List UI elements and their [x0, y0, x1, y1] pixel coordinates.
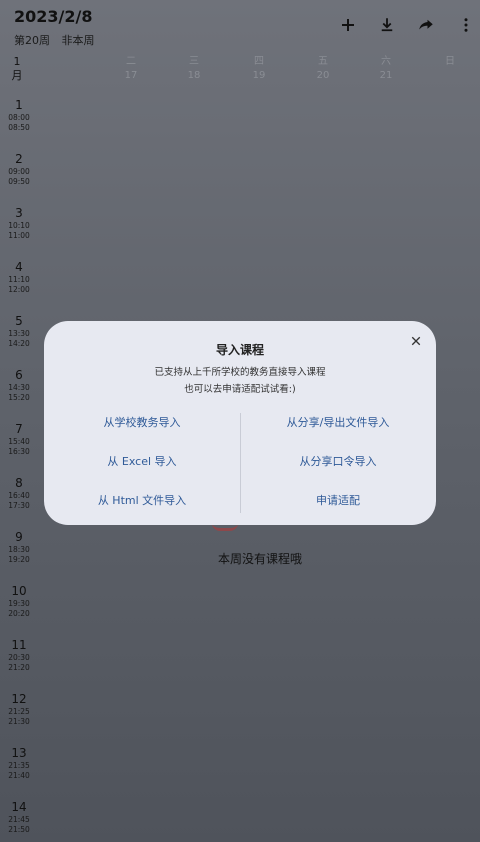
week-info: 第20周 非本周 — [14, 32, 103, 48]
slot-start: 16:40 — [8, 491, 30, 500]
close-icon — [411, 336, 421, 346]
slot-number: 12 — [11, 692, 27, 706]
slot-start: 19:30 — [8, 599, 30, 608]
time-slot: 7 15:40 16:30 — [6, 421, 32, 457]
day-name: 六 — [381, 56, 391, 67]
add-icon — [342, 19, 354, 31]
time-slot: 11 20:30 21:20 — [6, 637, 32, 673]
close-button[interactable] — [408, 333, 424, 349]
slot-end: 12:00 — [8, 285, 30, 294]
time-slot: 4 11:10 12:00 — [6, 259, 32, 295]
slot-number: 1 — [15, 98, 23, 112]
day-date: 18 — [187, 70, 201, 81]
slot-start: 13:30 — [8, 329, 30, 338]
slot-end: 20:20 — [8, 609, 30, 618]
dialog-title: 导入课程 — [215, 343, 264, 357]
slot-start: 10:10 — [8, 221, 30, 230]
slot-number: 11 — [11, 638, 27, 652]
slot-end: 11:00 — [8, 231, 30, 240]
more-button[interactable] — [453, 12, 479, 38]
slot-end: 21:30 — [8, 717, 30, 726]
share-button[interactable] — [413, 12, 439, 38]
import-from-file-button[interactable]: 从分享/导出文件导入 — [240, 414, 436, 430]
time-slot: 8 16:40 17:30 — [6, 475, 32, 511]
slot-end: 17:30 — [8, 501, 30, 510]
day-name: 二 — [126, 56, 136, 67]
slot-number: 10 — [11, 584, 27, 598]
day-header: 日 — [430, 55, 470, 69]
day-date: 19 — [252, 70, 266, 81]
slot-end: 21:20 — [8, 663, 30, 672]
day-date: 17 — [124, 70, 138, 81]
day-header: 三 18 — [174, 55, 214, 83]
slot-number: 2 — [15, 152, 23, 166]
slot-number: 6 — [15, 368, 23, 382]
slot-end: 21:50 — [8, 825, 30, 834]
slot-number: 7 — [15, 422, 23, 436]
day-name: 日 — [445, 56, 455, 67]
day-name: 三 — [189, 56, 199, 67]
slot-start: 15:40 — [8, 437, 30, 446]
dialog-subtitle: 已支持从上千所学校的教务直接导入课程 — [154, 367, 326, 378]
day-header: 二 17 — [111, 55, 151, 83]
time-slot: 14 21:45 21:50 — [6, 799, 32, 835]
slot-number: 5 — [15, 314, 23, 328]
slot-start: 20:30 — [8, 653, 30, 662]
week-state: 非本周 — [61, 34, 95, 47]
share-icon — [419, 19, 433, 30]
slot-start: 09:00 — [8, 167, 30, 176]
time-slot: 5 13:30 14:20 — [6, 313, 32, 349]
time-slot: 1 08:00 08:50 — [6, 97, 32, 133]
slot-number: 4 — [15, 260, 23, 274]
day-date: 20 — [316, 70, 330, 81]
slot-number: 14 — [11, 800, 27, 814]
import-from-share-code-button[interactable]: 从分享口令导入 — [240, 453, 436, 469]
add-course-button[interactable] — [335, 12, 361, 38]
slot-start: 08:00 — [8, 113, 30, 122]
more-vert-icon — [464, 18, 468, 32]
slot-number: 3 — [15, 206, 23, 220]
apply-adaptation-button[interactable]: 申请适配 — [240, 492, 436, 508]
import-from-school-button[interactable]: 从学校教务导入 — [44, 414, 240, 430]
slot-number: 9 — [15, 530, 23, 544]
slot-end: 08:50 — [8, 123, 30, 132]
day-name: 五 — [318, 56, 328, 67]
dialog-hint: 也可以去申请适配试试看:) — [184, 384, 296, 395]
slot-start: 21:45 — [8, 815, 30, 824]
month-number: 1 — [13, 55, 21, 68]
week-number: 第20周 — [14, 34, 50, 47]
time-slot: 6 14:30 15:20 — [6, 367, 32, 403]
slot-number: 8 — [15, 476, 23, 490]
day-header: 五 20 — [303, 55, 343, 83]
time-slot: 12 21:25 21:30 — [6, 691, 32, 727]
slot-number: 13 — [11, 746, 27, 760]
import-course-dialog: 导入课程 已支持从上千所学校的教务直接导入课程 也可以去申请适配试试看:) 从学… — [44, 321, 436, 525]
slot-start: 14:30 — [8, 383, 30, 392]
slot-start: 21:35 — [8, 761, 30, 770]
slot-end: 09:50 — [8, 177, 30, 186]
current-date[interactable]: 2023/2/8 — [14, 7, 92, 26]
time-slot: 13 21:35 21:40 — [6, 745, 32, 781]
import-from-excel-button[interactable]: 从 Excel 导入 — [44, 453, 240, 469]
slot-start: 21:25 — [8, 707, 30, 716]
slot-end: 16:30 — [8, 447, 30, 456]
slot-end: 15:20 — [8, 393, 30, 402]
day-header: 四 19 — [239, 55, 279, 83]
time-slot: 3 10:10 11:00 — [6, 205, 32, 241]
month-label: 月 — [11, 69, 23, 82]
top-bar: 2023/2/8 第20周 非本周 — [0, 0, 480, 50]
slot-end: 14:20 — [8, 339, 30, 348]
import-from-html-button[interactable]: 从 Html 文件导入 — [44, 492, 240, 508]
time-slot: 2 09:00 09:50 — [6, 151, 32, 187]
time-slot: 10 19:30 20:20 — [6, 583, 32, 619]
day-header: 六 21 — [366, 55, 406, 83]
download-icon — [381, 18, 393, 32]
day-name: 四 — [254, 56, 264, 67]
day-date: 21 — [379, 70, 393, 81]
empty-week-message: 本周没有课程哦 — [217, 552, 302, 566]
slot-start: 11:10 — [8, 275, 30, 284]
import-button[interactable] — [374, 12, 400, 38]
slot-end: 21:40 — [8, 771, 30, 780]
month-indicator: 1 月 — [10, 55, 24, 83]
